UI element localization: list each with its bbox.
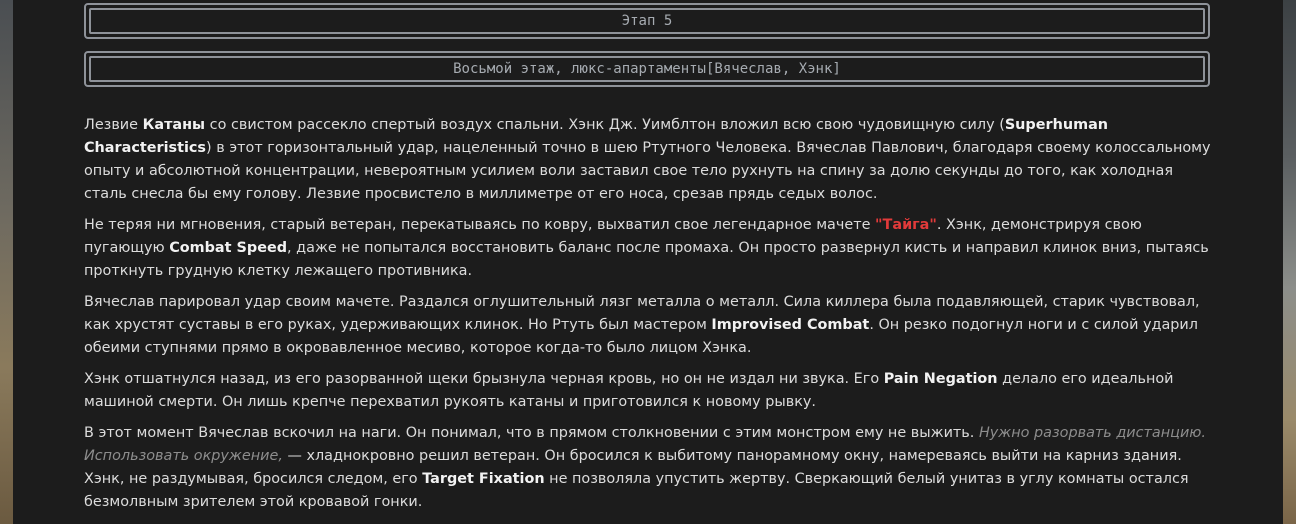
bold-term: Pain Negation (883, 371, 998, 387)
text-span: ) в этот горизонтальный удар, нацеленный… (84, 140, 1211, 202)
text-span: Лезвие (84, 117, 143, 133)
background-right-edge (1283, 0, 1296, 524)
paragraph-4: Хэнк отшатнулся назад, из его разорванно… (84, 368, 1214, 414)
bold-term: Combat Speed (169, 240, 288, 256)
paragraph-1: Лезвие Катаны со свистом рассекло сперты… (84, 114, 1214, 206)
bold-term: Target Fixation (422, 471, 545, 487)
paragraph-5: В этот момент Вячеслав вскочил на наги. … (84, 422, 1214, 514)
location-header: Восьмой этаж, люкс-апартаменты[Вячеслав,… (84, 51, 1210, 87)
text-span: со свистом рассекло спертый воздух спаль… (205, 117, 1005, 133)
bold-term: Improvised Combat (711, 317, 870, 333)
text-span: В этот момент Вячеслав вскочил на наги. … (84, 425, 979, 441)
red-highlight: "Тайга" (875, 217, 937, 233)
paragraph-2: Не теряя ни мгновения, старый ветеран, п… (84, 214, 1214, 283)
text-span: Не теряя ни мгновения, старый ветеран, п… (84, 217, 876, 233)
background-left-edge (0, 0, 13, 524)
paragraph-3: Вячеслав парировал удар своим мачете. Ра… (84, 291, 1214, 360)
text-span: Хэнк отшатнулся назад, из его разорванно… (84, 371, 884, 387)
story-text: Лезвие Катаны со свистом рассекло сперты… (84, 114, 1214, 522)
stage-header: Этап 5 (84, 3, 1210, 39)
bold-term: Катаны (142, 117, 206, 133)
location-title: Восьмой этаж, люкс-апартаменты[Вячеслав,… (89, 56, 1205, 82)
stage-title: Этап 5 (89, 8, 1205, 34)
